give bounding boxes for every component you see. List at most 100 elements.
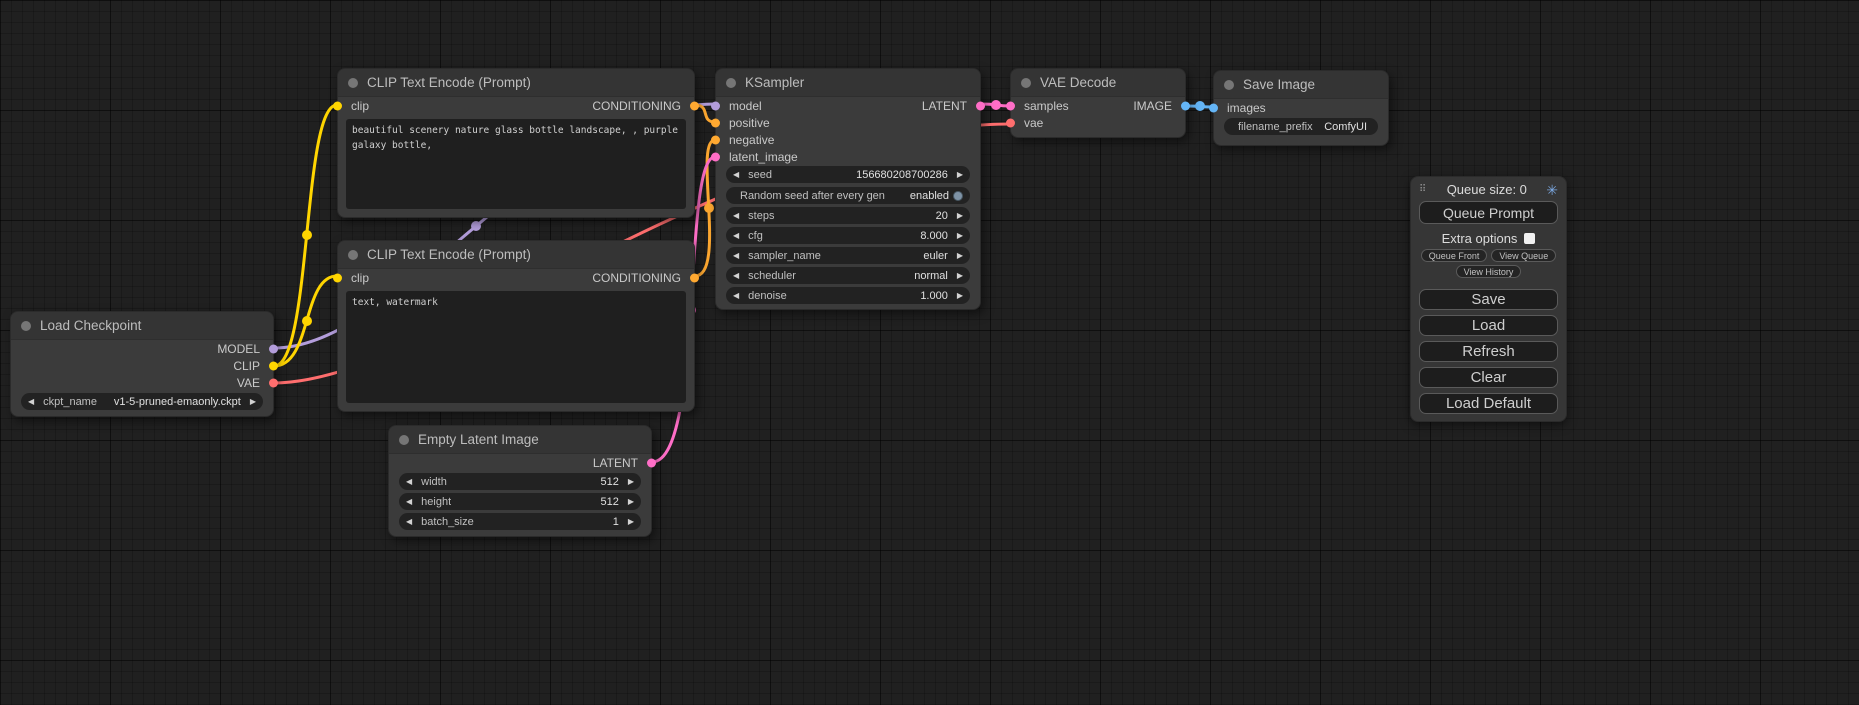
node-save-image[interactable]: Save Image images filename_prefix ComfyU…: [1213, 70, 1389, 146]
denoise-widget[interactable]: ◀ denoise 1.000 ▶: [726, 287, 970, 304]
output-slot-latent[interactable]: [976, 101, 985, 110]
view-history-button[interactable]: View History: [1456, 265, 1522, 278]
node-clip-text-encode-negative[interactable]: CLIP Text Encode (Prompt) clip CONDITION…: [337, 240, 695, 412]
input-slot-clip[interactable]: [333, 273, 342, 282]
queue-front-button[interactable]: Queue Front: [1421, 249, 1488, 262]
collapse-dot-icon[interactable]: [348, 250, 358, 260]
settings-gear-icon[interactable]: ✳: [1546, 183, 1558, 197]
refresh-button[interactable]: Refresh: [1419, 341, 1558, 362]
widget-value: v1-5-pruned-emaonly.ckpt: [114, 396, 241, 408]
output-label: CONDITIONING: [592, 271, 681, 285]
scheduler-widget[interactable]: ◀ scheduler normal ▶: [726, 267, 970, 284]
batch-size-widget[interactable]: ◀ batch_size 1 ▶: [399, 513, 641, 530]
queue-panel: ⠿ Queue size: 0 ✳ Queue Prompt Extra opt…: [1410, 176, 1567, 422]
node-save-image-titlebar[interactable]: Save Image: [1214, 71, 1388, 99]
node-title: CLIP Text Encode (Prompt): [367, 247, 531, 262]
node-load-checkpoint[interactable]: Load Checkpoint MODEL CLIP VAE ◀ ckpt_na…: [10, 311, 274, 417]
input-slot-clip[interactable]: [333, 101, 342, 110]
queue-prompt-button[interactable]: Queue Prompt: [1419, 201, 1558, 224]
output-slot-image[interactable]: [1181, 101, 1190, 110]
toggle-on-icon[interactable]: [953, 191, 963, 201]
decrement-arrow-icon[interactable]: ◀: [733, 212, 739, 220]
widget-label: seed: [748, 169, 772, 181]
increment-arrow-icon[interactable]: ▶: [957, 272, 963, 280]
positive-prompt-textarea[interactable]: beautiful scenery nature glass bottle la…: [346, 119, 686, 209]
increment-arrow-icon[interactable]: ▶: [628, 498, 634, 506]
decrement-arrow-icon[interactable]: ◀: [733, 292, 739, 300]
height-widget[interactable]: ◀ height 512 ▶: [399, 493, 641, 510]
queue-size-label: Queue size: 0: [1427, 182, 1546, 197]
output-slot-conditioning[interactable]: [690, 273, 699, 282]
node-clip-positive-titlebar[interactable]: CLIP Text Encode (Prompt): [338, 69, 694, 97]
output-slot-latent[interactable]: [647, 458, 656, 467]
filename-prefix-widget[interactable]: filename_prefix ComfyUI: [1224, 118, 1378, 135]
increment-arrow-icon[interactable]: ▶: [957, 212, 963, 220]
decrement-arrow-icon[interactable]: ◀: [406, 518, 412, 526]
decrement-arrow-icon[interactable]: ◀: [733, 252, 739, 260]
collapse-dot-icon[interactable]: [726, 78, 736, 88]
decrement-arrow-icon[interactable]: ◀: [733, 232, 739, 240]
increment-arrow-icon[interactable]: ▶: [628, 478, 634, 486]
output-slot-model[interactable]: [269, 344, 278, 353]
cfg-widget[interactable]: ◀ cfg 8.000 ▶: [726, 227, 970, 244]
seed-widget[interactable]: ◀ seed 156680208700286 ▶: [726, 166, 970, 183]
negative-prompt-textarea[interactable]: text, watermark: [346, 291, 686, 403]
decrement-arrow-icon[interactable]: ◀: [28, 398, 34, 406]
node-title: Empty Latent Image: [418, 432, 539, 447]
load-default-button[interactable]: Load Default: [1419, 393, 1558, 414]
decrement-arrow-icon[interactable]: ◀: [733, 272, 739, 280]
node-empty-latent-titlebar[interactable]: Empty Latent Image: [389, 426, 651, 454]
input-slot-samples[interactable]: [1006, 101, 1015, 110]
node-clip-negative-titlebar[interactable]: CLIP Text Encode (Prompt): [338, 241, 694, 269]
save-button[interactable]: Save: [1419, 289, 1558, 310]
increment-arrow-icon[interactable]: ▶: [957, 171, 963, 179]
node-ksampler-titlebar[interactable]: KSampler: [716, 69, 980, 97]
output-row-vae: VAE: [11, 374, 273, 391]
link-dot: [704, 203, 714, 213]
increment-arrow-icon[interactable]: ▶: [957, 292, 963, 300]
increment-arrow-icon[interactable]: ▶: [957, 232, 963, 240]
collapse-dot-icon[interactable]: [21, 321, 31, 331]
ckpt-name-widget[interactable]: ◀ ckpt_name v1-5-pruned-emaonly.ckpt ▶: [21, 393, 263, 410]
extra-options-checkbox[interactable]: [1524, 233, 1535, 244]
increment-arrow-icon[interactable]: ▶: [957, 252, 963, 260]
collapse-dot-icon[interactable]: [1224, 80, 1234, 90]
widget-label: scheduler: [748, 270, 796, 282]
decrement-arrow-icon[interactable]: ◀: [406, 498, 412, 506]
node-vae-decode-titlebar[interactable]: VAE Decode: [1011, 69, 1185, 97]
input-slot-latent-image[interactable]: [711, 152, 720, 161]
output-row-model: MODEL: [11, 340, 273, 357]
input-slot-positive[interactable]: [711, 118, 720, 127]
widget-label: batch_size: [421, 516, 474, 528]
collapse-dot-icon[interactable]: [399, 435, 409, 445]
steps-widget[interactable]: ◀ steps 20 ▶: [726, 207, 970, 224]
random-seed-toggle-widget[interactable]: Random seed after every gen enabled: [726, 187, 970, 204]
width-widget[interactable]: ◀ width 512 ▶: [399, 473, 641, 490]
output-slot-conditioning[interactable]: [690, 101, 699, 110]
input-slot-model[interactable]: [711, 101, 720, 110]
collapse-dot-icon[interactable]: [348, 78, 358, 88]
node-load-checkpoint-titlebar[interactable]: Load Checkpoint: [11, 312, 273, 340]
decrement-arrow-icon[interactable]: ◀: [733, 171, 739, 179]
view-queue-button[interactable]: View Queue: [1491, 249, 1556, 262]
output-slot-vae[interactable]: [269, 378, 278, 387]
clear-button[interactable]: Clear: [1419, 367, 1558, 388]
input-slot-negative[interactable]: [711, 135, 720, 144]
load-button[interactable]: Load: [1419, 315, 1558, 336]
sampler-name-widget[interactable]: ◀ sampler_name euler ▶: [726, 247, 970, 264]
node-graph-canvas[interactable]: Load Checkpoint MODEL CLIP VAE ◀ ckpt_na…: [0, 0, 1859, 705]
collapse-dot-icon[interactable]: [1021, 78, 1031, 88]
input-slot-images[interactable]: [1209, 103, 1218, 112]
node-empty-latent-image[interactable]: Empty Latent Image LATENT ◀ width 512 ▶ …: [388, 425, 652, 537]
node-ksampler[interactable]: KSampler model LATENT positive negative …: [715, 68, 981, 310]
decrement-arrow-icon[interactable]: ◀: [406, 478, 412, 486]
increment-arrow-icon[interactable]: ▶: [628, 518, 634, 526]
widget-value: 512: [600, 496, 618, 508]
drag-handle-icon[interactable]: ⠿: [1419, 184, 1427, 195]
node-vae-decode[interactable]: VAE Decode samples IMAGE vae: [1010, 68, 1186, 138]
extra-options-row: Extra options: [1419, 231, 1558, 246]
output-slot-clip[interactable]: [269, 361, 278, 370]
input-slot-vae[interactable]: [1006, 118, 1015, 127]
increment-arrow-icon[interactable]: ▶: [250, 398, 256, 406]
node-clip-text-encode-positive[interactable]: CLIP Text Encode (Prompt) clip CONDITION…: [337, 68, 695, 218]
